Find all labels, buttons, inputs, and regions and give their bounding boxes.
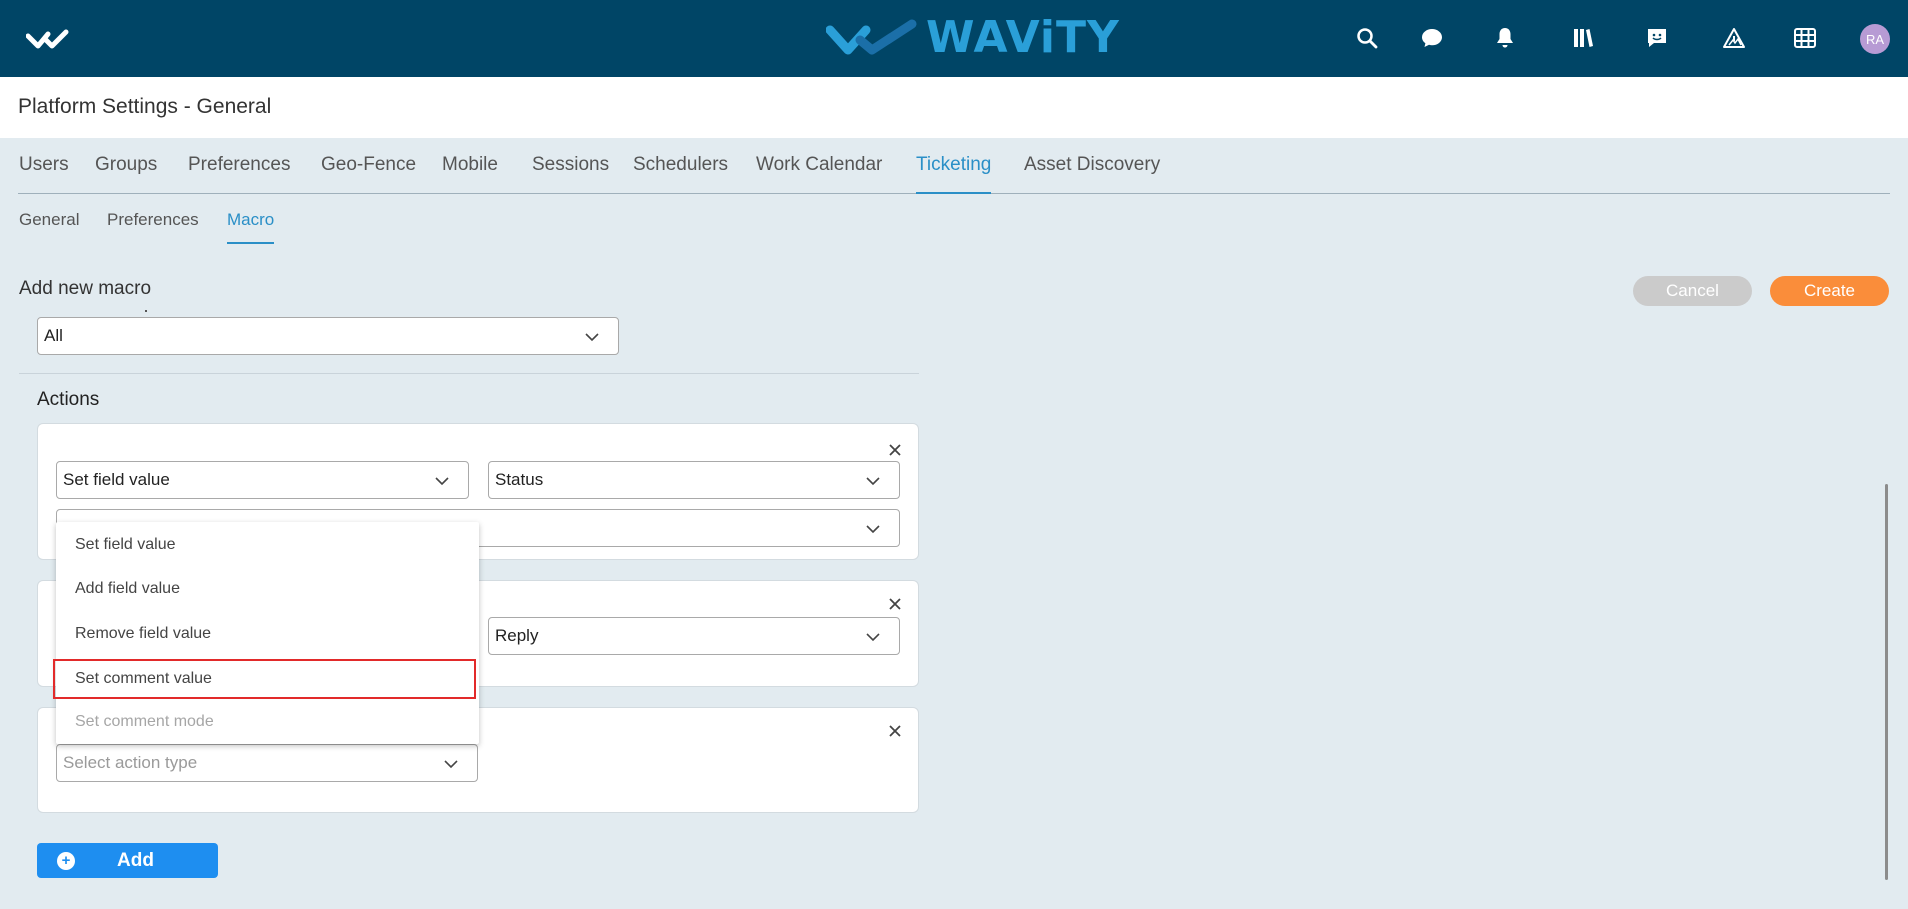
action-type-dropdown: Set field value Add field value Remove f… <box>53 522 479 744</box>
brand-logo: WAViTY <box>826 16 1120 60</box>
chat-icon[interactable] <box>1418 24 1446 52</box>
feedback-icon[interactable] <box>1643 24 1671 52</box>
tab-schedulers[interactable]: Schedulers <box>633 154 728 176</box>
tab-mobile[interactable]: Mobile <box>442 154 498 176</box>
subtab-preferences[interactable]: Preferences <box>107 210 199 230</box>
section-title: Add new macro <box>19 278 152 299</box>
scope-select[interactable]: All <box>37 317 619 355</box>
brand-name: WAViTY <box>926 12 1120 63</box>
subtab-macro[interactable]: Macro <box>227 210 275 244</box>
tab-preferences[interactable]: Preferences <box>188 154 290 176</box>
chevron-down-icon <box>865 521 881 537</box>
dropdown-option[interactable]: Remove field value <box>56 614 479 654</box>
actions-title: Actions <box>37 389 100 410</box>
tab-geo-fence[interactable]: Geo-Fence <box>321 154 416 176</box>
chevron-down-icon <box>584 329 600 345</box>
field-select-value: Status <box>495 470 544 489</box>
top-bar: WAViTY RA <box>0 0 1908 77</box>
tab-asset-discovery[interactable]: Asset Discovery <box>1024 154 1160 176</box>
tab-sessions[interactable]: Sessions <box>532 154 609 176</box>
comment-mode-value: Reply <box>495 626 539 645</box>
bell-icon[interactable] <box>1491 24 1519 52</box>
brand-mark-icon <box>826 19 917 55</box>
section-divider <box>19 373 919 374</box>
alert-triangle-icon[interactable] <box>1720 24 1748 52</box>
main-tabs: Users Groups Preferences Geo-Fence Mobil… <box>0 138 1890 194</box>
clipped-label-mark <box>145 310 147 312</box>
subtab-general[interactable]: General <box>19 210 79 230</box>
page-title: Platform Settings - General <box>18 95 272 118</box>
grid-icon[interactable] <box>1791 24 1819 52</box>
action-type-select[interactable]: Set field value <box>56 461 469 499</box>
add-action-label: Add <box>117 849 154 871</box>
dropdown-option-highlighted[interactable]: Set comment value <box>53 659 476 699</box>
close-icon[interactable] <box>886 441 904 459</box>
close-icon[interactable] <box>886 722 904 740</box>
chevron-down-icon <box>865 473 881 489</box>
dropdown-option[interactable]: Set field value <box>56 525 479 565</box>
tab-ticketing[interactable]: Ticketing <box>916 154 992 194</box>
chevron-down-icon <box>443 756 459 772</box>
avatar[interactable]: RA <box>1860 24 1890 54</box>
cancel-button[interactable]: Cancel <box>1633 276 1752 306</box>
title-strip: Platform Settings - General <box>0 77 1908 138</box>
action-type-value: Set field value <box>63 470 170 489</box>
scrollbar[interactable] <box>1885 484 1888 880</box>
comment-mode-select[interactable]: Reply <box>488 617 900 655</box>
chevron-down-icon <box>865 629 881 645</box>
tab-work-calendar[interactable]: Work Calendar <box>756 154 882 176</box>
close-icon[interactable] <box>886 595 904 613</box>
add-action-button[interactable]: + Add <box>37 843 218 878</box>
plus-icon: + <box>57 851 75 870</box>
chevron-down-icon <box>434 473 450 489</box>
scope-select-value: All <box>44 326 63 345</box>
field-select[interactable]: Status <box>488 461 900 499</box>
library-icon[interactable] <box>1569 24 1597 52</box>
home-check-icon[interactable] <box>25 28 76 50</box>
dropdown-option[interactable]: Add field value <box>56 569 479 609</box>
tab-users[interactable]: Users <box>19 154 69 176</box>
dropdown-option-disabled: Set comment mode <box>75 713 214 730</box>
action-type-placeholder: Select action type <box>63 753 198 772</box>
tab-groups[interactable]: Groups <box>95 154 157 176</box>
search-icon[interactable] <box>1353 24 1381 52</box>
create-button[interactable]: Create <box>1770 276 1889 306</box>
action-type-select[interactable]: Select action type <box>56 744 478 782</box>
